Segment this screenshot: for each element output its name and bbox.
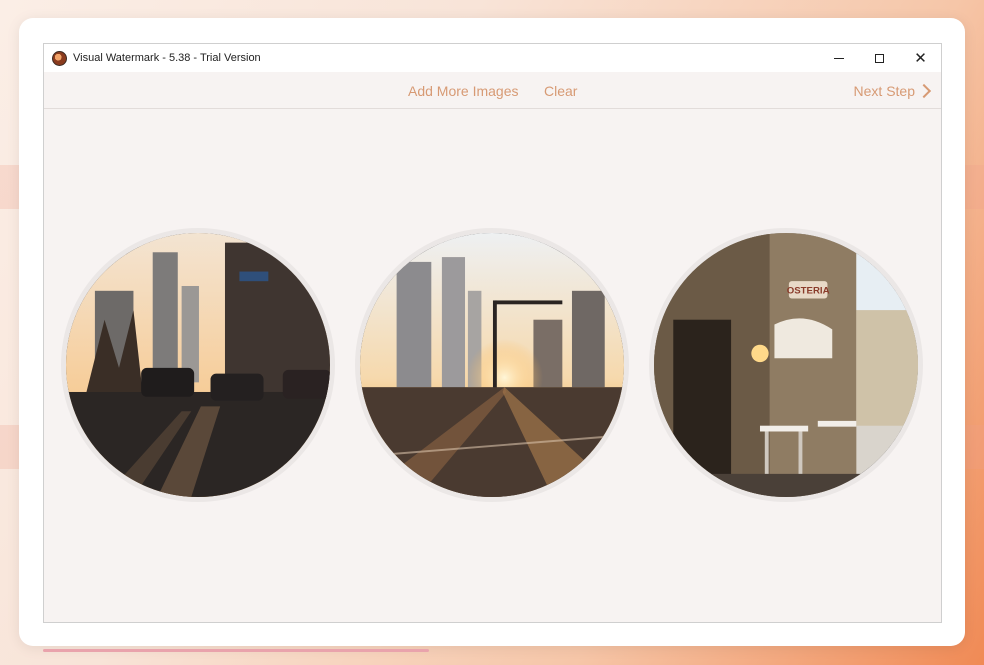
street-cafe-image: OSTERIA bbox=[654, 233, 918, 497]
window-title: Visual Watermark - 5.38 - Trial Version bbox=[73, 52, 261, 64]
image-thumbnail-3[interactable]: OSTERIA bbox=[649, 228, 923, 502]
progress-indicator bbox=[43, 649, 429, 652]
clear-button[interactable]: Clear bbox=[544, 83, 577, 99]
next-step-button[interactable]: Next Step bbox=[853, 83, 932, 99]
street-sunset-image bbox=[66, 233, 330, 497]
close-button[interactable]: ✕ bbox=[900, 44, 941, 72]
title-bar: Visual Watermark - 5.38 - Trial Version … bbox=[44, 44, 941, 72]
minimize-button[interactable] bbox=[818, 44, 859, 72]
maximize-icon bbox=[875, 53, 884, 63]
toolbar: Add More Images Clear Next Step bbox=[44, 72, 941, 109]
close-icon: ✕ bbox=[914, 49, 927, 67]
minimize-icon bbox=[833, 57, 844, 59]
intersection-sunset-image bbox=[360, 233, 624, 497]
maximize-button[interactable] bbox=[859, 44, 900, 72]
osteria-sign-text: OSTERIA bbox=[787, 286, 830, 297]
add-more-images-button[interactable]: Add More Images bbox=[408, 83, 519, 99]
app-logo-icon bbox=[52, 50, 67, 66]
next-step-label: Next Step bbox=[853, 83, 915, 99]
image-thumbnail-1[interactable] bbox=[61, 228, 335, 502]
chevron-right-icon bbox=[916, 83, 932, 99]
window-controls: ✕ bbox=[818, 44, 941, 72]
image-thumbnail-2[interactable] bbox=[355, 228, 629, 502]
